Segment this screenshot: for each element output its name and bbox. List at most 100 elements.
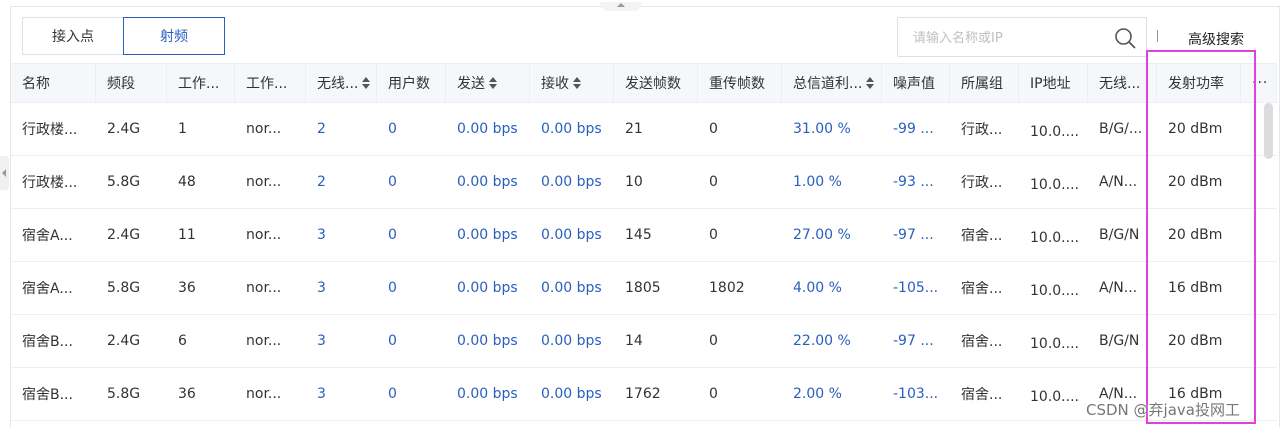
table-cell: 行政...	[961, 174, 1003, 191]
table-cell[interactable]: -103...	[882, 367, 950, 420]
search-icon[interactable]	[1114, 27, 1136, 49]
search-input[interactable]	[898, 18, 1125, 58]
table-cell[interactable]: 3	[306, 261, 377, 314]
table-cell[interactable]: 0.00 bps	[446, 367, 530, 420]
table-cell: 1805	[625, 279, 661, 296]
table-cell: 1802	[709, 279, 745, 296]
table-cell[interactable]: 4.00 %	[782, 261, 882, 314]
table-cell: A/N...	[1099, 173, 1138, 190]
column-header-label: 名称	[22, 76, 50, 92]
table-cell[interactable]: -97 ...	[882, 314, 950, 367]
table-cell[interactable]: 0.00 bps	[446, 102, 530, 155]
table-cell[interactable]: 0	[377, 155, 446, 208]
advanced-search-link[interactable]: 高级搜索	[1188, 29, 1244, 49]
tab-access-points[interactable]: 接入点	[22, 17, 123, 55]
table-cell[interactable]: 0.00 bps	[530, 155, 614, 208]
column-header: 噪声值	[882, 64, 950, 102]
table-cell[interactable]: -97 ...	[882, 208, 950, 261]
table-cell[interactable]: 0	[377, 208, 446, 261]
table-cell: nor...	[246, 173, 282, 190]
column-header: 用户数	[377, 64, 446, 102]
watermark: CSDN @弃java投网工	[1086, 401, 1240, 419]
table-cell: 0	[709, 120, 718, 137]
table-cell[interactable]: 0.00 bps	[446, 314, 530, 367]
table-row[interactable]: 宿舍A... 2.4G 11 nor... 3 0 0.00 bps 0.00 bps 145 0…	[11, 208, 1277, 262]
table-cell[interactable]: 2	[306, 102, 377, 155]
column-header-label: 无线...	[1099, 76, 1141, 92]
table-cell: 宿舍...	[961, 333, 1003, 350]
table-row[interactable]: 宿舍A... 5.8G 36 nor... 3 0 0.00 bps 0.00 bps 1805…	[11, 261, 1277, 315]
column-header: 无线...	[1088, 64, 1157, 102]
collapse-top-handle[interactable]	[600, 2, 642, 11]
table-cell[interactable]: 22.00 %	[782, 314, 882, 367]
table-cell: 36	[178, 279, 196, 296]
table-cell: 1	[178, 120, 187, 137]
chevron-up-icon	[617, 3, 625, 7]
table-cell[interactable]: 0.00 bps	[530, 261, 614, 314]
table-cell[interactable]: 3	[306, 208, 377, 261]
column-header: 发射功率	[1157, 64, 1241, 102]
table-cell[interactable]: 2	[306, 155, 377, 208]
table-cell[interactable]: 3	[306, 367, 377, 420]
table-cell: 2.4G	[107, 332, 141, 349]
table-cell[interactable]: 0.00 bps	[530, 102, 614, 155]
column-header[interactable]: 发送	[446, 64, 530, 102]
table-cell: nor...	[246, 120, 282, 137]
table-cell: B/G/N	[1099, 332, 1140, 349]
search-box	[897, 17, 1147, 58]
tab-radio[interactable]: 射频	[123, 17, 225, 55]
column-header-label: 工作...	[178, 76, 220, 92]
column-header[interactable]: 总信道利...	[782, 64, 882, 102]
table-cell[interactable]: 0	[377, 261, 446, 314]
table-cell[interactable]: 0.00 bps	[530, 367, 614, 420]
column-header[interactable]: 接收	[530, 64, 614, 102]
table-cell: 2.4G	[107, 226, 141, 243]
table-cell[interactable]: 0.00 bps	[530, 314, 614, 367]
table-cell[interactable]: -93 ...	[882, 155, 950, 208]
table-cell: 2.4G	[107, 120, 141, 137]
table-cell[interactable]: 1.00 %	[782, 155, 882, 208]
sort-icon[interactable]	[489, 77, 497, 89]
table-cell[interactable]: 0	[377, 367, 446, 420]
column-header-label: 发送	[457, 76, 485, 92]
table-cell: nor...	[246, 385, 282, 402]
collapse-left-handle[interactable]	[0, 156, 9, 190]
table-cell[interactable]: -105...	[882, 261, 950, 314]
table-cell[interactable]: 27.00 %	[782, 208, 882, 261]
table-cell: 0	[709, 385, 718, 402]
table-cell[interactable]: 0.00 bps	[446, 261, 530, 314]
column-header: 频段	[96, 64, 167, 102]
table-cell[interactable]: 2.00 %	[782, 367, 882, 420]
table-cell: nor...	[246, 332, 282, 349]
table-cell[interactable]: 0.00 bps	[446, 155, 530, 208]
sort-icon[interactable]	[573, 77, 581, 89]
table-cell: 14	[625, 332, 643, 349]
table-cell: 宿舍A...	[22, 280, 73, 297]
table-cell: 0	[709, 173, 718, 190]
table-cell: 0	[709, 332, 718, 349]
column-header-label: IP地址	[1030, 76, 1071, 92]
table-cell: 20 dBm	[1168, 173, 1223, 190]
column-header-label: 接收	[541, 76, 569, 92]
table-cell: 宿舍A...	[22, 227, 73, 244]
sort-icon[interactable]	[866, 77, 875, 89]
vertical-scrollbar[interactable]	[1264, 103, 1273, 159]
table-cell: 10.0....	[1030, 229, 1079, 246]
table-cell[interactable]: 3	[306, 314, 377, 367]
table-cell: 宿舍B...	[22, 333, 73, 350]
sort-icon[interactable]	[362, 77, 371, 89]
more-columns-icon[interactable]: ···	[1241, 64, 1277, 102]
table-row[interactable]: 宿舍B... 2.4G 6 nor... 3 0 0.00 bps 0.00 bps 14 0 22…	[11, 314, 1277, 368]
column-header[interactable]: 无线...	[306, 64, 377, 102]
column-header: 工作...	[167, 64, 235, 102]
table-row[interactable]: 行政楼... 5.8G 48 nor... 2 0 0.00 bps 0.00 bps 10 0 1…	[11, 155, 1277, 209]
table-cell[interactable]: -99 ...	[882, 102, 950, 155]
column-header-label: 工作...	[246, 76, 288, 92]
table-cell: 5.8G	[107, 173, 141, 190]
table-cell[interactable]: 31.00 %	[782, 102, 882, 155]
table-cell[interactable]: 0.00 bps	[446, 208, 530, 261]
table-cell[interactable]: 0	[377, 102, 446, 155]
table-cell[interactable]: 0	[377, 314, 446, 367]
table-cell[interactable]: 0.00 bps	[530, 208, 614, 261]
table-row[interactable]: 行政楼... 2.4G 1 nor... 2 0 0.00 bps 0.00 bps 21 0 31…	[11, 102, 1277, 156]
